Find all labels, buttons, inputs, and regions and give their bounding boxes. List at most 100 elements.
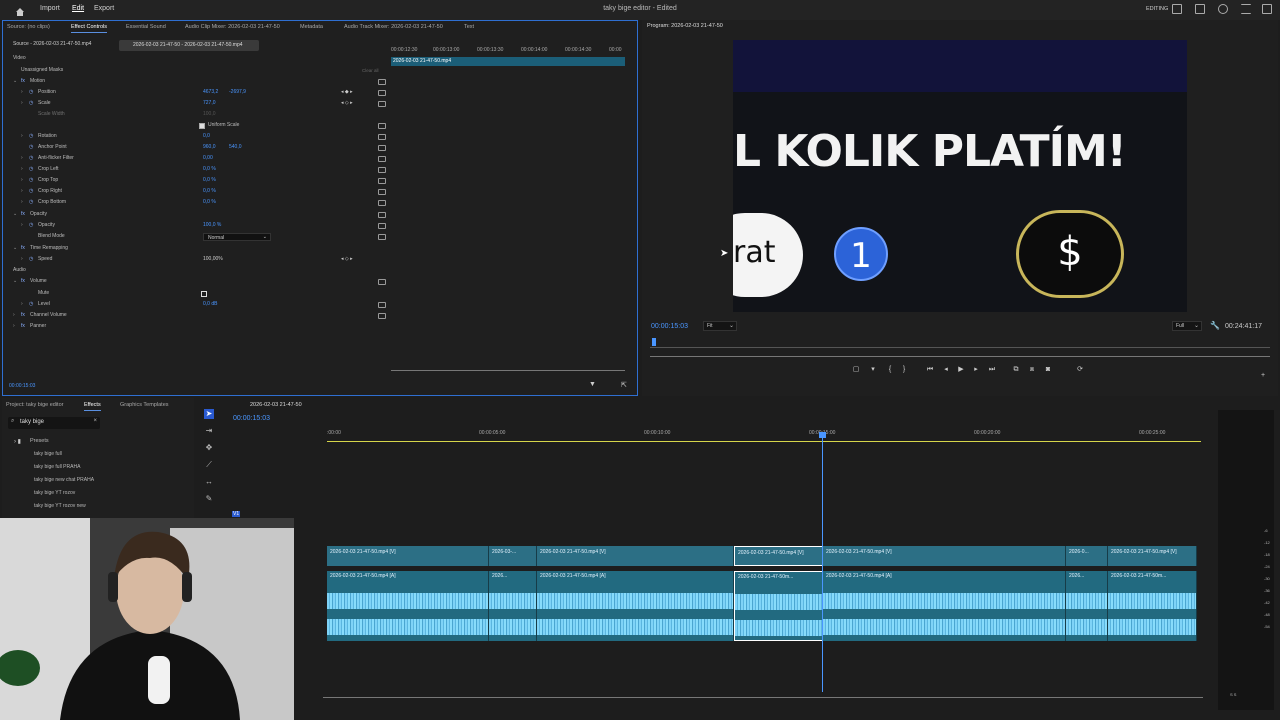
button-editor-icon[interactable]: ⟳ bbox=[1076, 366, 1084, 374]
video-clip[interactable]: 2026-03-... bbox=[489, 546, 537, 566]
row-channel-volume[interactable]: › fx Channel Volume bbox=[9, 312, 387, 323]
work-area-bar[interactable] bbox=[327, 441, 1201, 442]
row-scale[interactable]: › ◷ Scale 727,0 ◂ ◇ ▸ bbox=[9, 100, 387, 111]
row-opacity[interactable]: › ◷ Opacity 100,0 % bbox=[9, 222, 387, 233]
panel-icon[interactable] bbox=[1172, 4, 1182, 14]
preset-item[interactable]: taky bige full PRAHA bbox=[34, 464, 80, 470]
preset-item[interactable]: taky bige YT rozov new bbox=[34, 503, 86, 509]
row-panner[interactable]: › fx Panner bbox=[9, 323, 387, 334]
row-motion[interactable]: ⌄ fx Motion bbox=[9, 78, 387, 89]
program-timeline-ruler[interactable] bbox=[650, 340, 1270, 348]
wrench-icon[interactable]: 🔧 bbox=[1210, 321, 1220, 330]
mark-in-icon[interactable]: { bbox=[886, 366, 894, 374]
menu-edit[interactable]: Edit bbox=[72, 5, 84, 12]
go-to-out-icon[interactable]: ⏭ bbox=[988, 366, 996, 374]
effect-mini-timeline[interactable]: 00:00:12:30 00:00:13:00 00:00:13:30 00:0… bbox=[391, 45, 625, 371]
ripple-tool-icon[interactable]: ✥ bbox=[204, 443, 214, 453]
effects-search-box[interactable]: ⌕ taky bige × bbox=[8, 417, 100, 429]
full-select[interactable]: Full ⌄ bbox=[1172, 321, 1202, 331]
row-level[interactable]: › ◷ Level 0,0 dB bbox=[9, 301, 387, 312]
play-icon[interactable]: ▶ bbox=[957, 366, 965, 374]
share-icon[interactable] bbox=[1218, 4, 1228, 14]
audio-clip[interactable]: 2026-02-03 21-47-50.mp4 [A] bbox=[823, 571, 1066, 641]
row-speed[interactable]: › ◷ Speed 100,00% ◂ ◇ ▸ bbox=[9, 256, 387, 267]
program-timecode[interactable]: 00:00:15:03 bbox=[651, 323, 688, 330]
preset-item[interactable]: taky bige new chat PRAHA bbox=[34, 477, 94, 483]
tab-effects[interactable]: Effects bbox=[84, 402, 101, 411]
mark-out-icon[interactable]: } bbox=[900, 366, 908, 374]
audio-clip[interactable]: 2026... bbox=[489, 571, 537, 641]
slip-tool-icon[interactable]: ↔ bbox=[204, 477, 214, 487]
video-clip[interactable]: 2026-02-03 21-47-50.mp4 [V] bbox=[823, 546, 1066, 566]
tab-essential-sound[interactable]: Essential Sound bbox=[126, 24, 166, 30]
uniform-scale-checkbox[interactable] bbox=[199, 123, 205, 129]
folder-icon[interactable]: › ▮ bbox=[14, 438, 21, 445]
sequence-clip-selector[interactable]: 2026-02-03 21-47-50 - 2026-02-03 21-47-5… bbox=[119, 40, 259, 51]
program-playhead[interactable] bbox=[652, 338, 656, 346]
step-back-icon[interactable]: ◂ bbox=[942, 366, 950, 374]
presets-folder[interactable]: Presets bbox=[30, 438, 49, 444]
row-volume[interactable]: ⌄ fx Volume bbox=[9, 278, 387, 289]
tab-metadata[interactable]: Metadata bbox=[300, 24, 323, 30]
track-v1-label[interactable]: V1 bbox=[232, 511, 241, 517]
tab-source[interactable]: Source: (no clips) bbox=[7, 24, 50, 30]
expand-icon[interactable] bbox=[1262, 4, 1272, 14]
selection-tool-icon[interactable]: ➤ bbox=[204, 409, 214, 419]
step-forward-icon[interactable]: ▸ bbox=[972, 366, 980, 374]
program-tab[interactable]: Program: 2026-02-03 21-47-50 bbox=[647, 23, 723, 29]
row-position[interactable]: › ◷ Position 4673,2 -2697,9 ◂ ◆ ▸ bbox=[9, 89, 387, 100]
timeline-timecode[interactable]: 00:00:15:03 bbox=[233, 415, 270, 422]
clear-search-icon[interactable]: × bbox=[93, 418, 97, 424]
tab-graphics-templates[interactable]: Graphics Templates bbox=[120, 402, 169, 408]
video-clip[interactable]: 2026-02-03 21-47-50.mp4 [V] bbox=[1108, 546, 1197, 566]
row-anti-flicker[interactable]: › ◷ Anti-flicker Filter 0,00 bbox=[9, 155, 387, 166]
fit-select[interactable]: Fit ⌄ bbox=[703, 321, 737, 331]
mini-scrollbar[interactable] bbox=[391, 370, 625, 371]
timeline-scrollbar[interactable] bbox=[323, 697, 1203, 698]
row-anchor-point[interactable]: ◷ Anchor Point 960,0 540,0 bbox=[9, 144, 387, 155]
pen-tool-icon[interactable]: ✎ bbox=[204, 494, 214, 504]
menu-export[interactable]: Export bbox=[94, 5, 114, 12]
video-clip[interactable]: 2026-0... bbox=[1066, 546, 1108, 566]
row-crop-bottom[interactable]: › ◷ Crop Bottom 0,0 % bbox=[9, 199, 387, 210]
tab-text[interactable]: Text bbox=[464, 24, 474, 30]
video-clip[interactable]: 2026-02-03 21-47-50.mp4 [V] bbox=[537, 546, 734, 566]
marker-icon[interactable]: ▾ bbox=[869, 366, 877, 374]
tab-audio-clip-mixer[interactable]: Audio Clip Mixer: 2026-02-03 21-47-50 bbox=[185, 24, 280, 30]
camera-icon[interactable]: ◙ bbox=[1044, 366, 1052, 374]
filter-icon[interactable]: ▼ bbox=[589, 381, 596, 388]
audio-clip-selected[interactable]: 2026-02-03 21-47-50m... bbox=[734, 571, 823, 641]
row-uniform-scale[interactable]: Uniform Scale bbox=[9, 122, 387, 133]
row-blend-mode[interactable]: Blend Mode Normal ⌄ bbox=[9, 233, 387, 244]
go-to-in-icon[interactable]: ⏮ bbox=[926, 366, 934, 374]
video-clip-selected[interactable]: 2026-02-03 21-47-50.mp4 [V] bbox=[734, 546, 823, 566]
row-crop-left[interactable]: › ◷ Crop Left 0,0 % bbox=[9, 166, 387, 177]
audio-clip[interactable]: 2026-02-03 21-47-50.mp4 [A] bbox=[537, 571, 734, 641]
row-rotation[interactable]: › ◷ Rotation 0,0 bbox=[9, 133, 387, 144]
tab-audio-track-mixer[interactable]: Audio Track Mixer: 2026-02-03 21-47-50 bbox=[344, 24, 443, 30]
preset-item[interactable]: taky bige full bbox=[34, 451, 62, 457]
insert-icon[interactable]: ⧉ bbox=[1012, 366, 1020, 374]
row-time-remapping[interactable]: ⌄ fx Time Remapping bbox=[9, 245, 387, 256]
plus-icon[interactable]: + bbox=[1259, 372, 1267, 380]
overwrite-icon[interactable]: ⧈ bbox=[1028, 366, 1036, 374]
export-icon[interactable]: ⇱ bbox=[621, 381, 627, 389]
audio-clip[interactable]: 2026-02-03 21-47-50.mp4 [A] bbox=[327, 571, 489, 641]
razor-tool-icon[interactable]: ⟋ bbox=[204, 460, 214, 470]
home-icon[interactable] bbox=[15, 4, 25, 16]
mute-checkbox[interactable] bbox=[201, 291, 207, 297]
program-zoom-bar[interactable] bbox=[650, 356, 1270, 357]
timeline-tab[interactable]: 2026-02-03 21-47-50 bbox=[250, 402, 302, 408]
timeline-ruler[interactable]: :00:00 00:00:05:00 00:00:10:00 00:00:15:… bbox=[327, 428, 1202, 442]
source-selector[interactable]: Source - 2026-02-03 21-47-50.mp4 bbox=[13, 41, 91, 47]
track-select-tool-icon[interactable]: ⇥ bbox=[204, 426, 214, 436]
window-icon[interactable] bbox=[1195, 4, 1205, 14]
row-crop-right[interactable]: › ◷ Crop Right 0,0 % bbox=[9, 188, 387, 199]
audio-clip[interactable]: 2026-02-03 21-47-50m... bbox=[1108, 571, 1197, 641]
row-opacity-group[interactable]: ⌄ fx Opacity bbox=[9, 211, 387, 222]
tab-project[interactable]: Project: taky bige editor bbox=[6, 402, 63, 408]
row-mute[interactable]: Mute bbox=[9, 290, 387, 301]
menu-import[interactable]: Import bbox=[40, 5, 60, 12]
audio-clip[interactable]: 2026... bbox=[1066, 571, 1108, 641]
menu-icon[interactable] bbox=[1241, 4, 1251, 14]
